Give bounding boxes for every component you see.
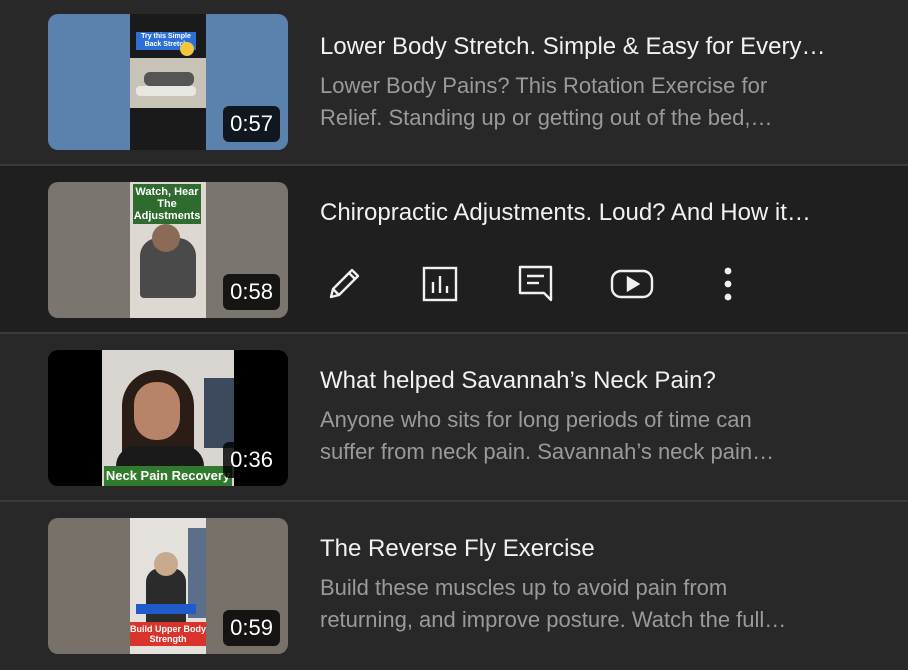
description-line: suffer from neck pain. Savannah’s neck p… <box>320 439 775 464</box>
video-duration: 0:57 <box>223 106 280 142</box>
thumbnail-caption: Watch, Hear The Adjustments <box>133 184 201 224</box>
video-list: Try this Simple Back Stretch 0:57 Lower … <box>0 0 908 670</box>
thumbnail-caption: Build Upper Body Strength <box>130 622 206 646</box>
video-thumbnail[interactable]: Build Upper Body Strength 0:59 <box>48 518 288 654</box>
video-row[interactable]: Build Upper Body Strength 0:59 The Rever… <box>0 502 908 670</box>
more-vert-icon[interactable] <box>704 262 752 306</box>
pencil-icon[interactable] <box>320 262 368 306</box>
video-row[interactable]: Neck Pain Recovery 0:36 What helped Sava… <box>0 334 908 500</box>
thumbnail-image: Watch, Hear The Adjustments <box>130 182 206 318</box>
video-row[interactable]: Try this Simple Back Stretch 0:57 Lower … <box>0 0 908 164</box>
video-description: Anyone who sits for long periods of time… <box>320 404 850 468</box>
description-line: Anyone who sits for long periods of time… <box>320 407 752 432</box>
video-duration: 0:58 <box>223 274 280 310</box>
thumbnail-caption: Neck Pain Recovery <box>104 466 232 486</box>
thumbnail-image: Try this Simple Back Stretch <box>130 14 206 150</box>
video-thumbnail[interactable]: Watch, Hear The Adjustments 0:58 <box>48 182 288 318</box>
comments-icon[interactable] <box>512 262 560 306</box>
video-title[interactable]: What helped Savannah’s Neck Pain? <box>320 366 880 396</box>
description-line: Build these muscles up to avoid pain fro… <box>320 575 728 600</box>
video-title[interactable]: Lower Body Stretch. Simple & Easy for Ev… <box>320 32 880 62</box>
description-line: Relief. Standing up or getting out of th… <box>320 105 773 130</box>
video-title[interactable]: The Reverse Fly Exercise <box>320 534 880 564</box>
video-actions <box>320 262 760 306</box>
youtube-icon[interactable] <box>608 262 656 306</box>
thumbnail-image: Neck Pain Recovery <box>102 350 234 486</box>
description-line: returning, and improve posture. Watch th… <box>320 607 787 632</box>
description-line: Lower Body Pains? This Rotation Exercise… <box>320 73 768 98</box>
video-row[interactable]: Watch, Hear The Adjustments 0:58 Chiropr… <box>0 166 908 332</box>
analytics-icon[interactable] <box>416 262 464 306</box>
video-description: Build these muscles up to avoid pain fro… <box>320 572 850 636</box>
video-thumbnail[interactable]: Try this Simple Back Stretch 0:57 <box>48 14 288 150</box>
video-duration: 0:59 <box>223 610 280 646</box>
video-duration: 0:36 <box>223 442 280 478</box>
thumbnail-image: Build Upper Body Strength <box>130 518 206 654</box>
video-title[interactable]: Chiropractic Adjustments. Loud? And How … <box>320 198 880 228</box>
video-description: Lower Body Pains? This Rotation Exercise… <box>320 70 850 134</box>
video-thumbnail[interactable]: Neck Pain Recovery 0:36 <box>48 350 288 486</box>
